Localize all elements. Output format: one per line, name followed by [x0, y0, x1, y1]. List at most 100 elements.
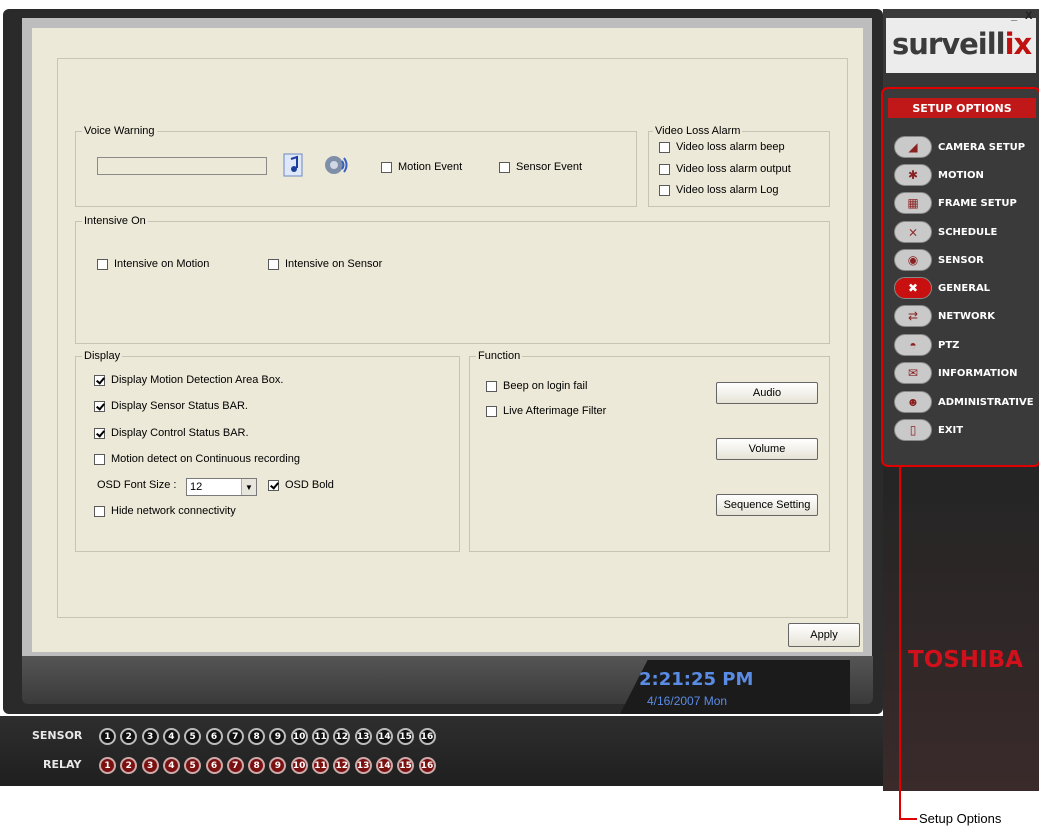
osd-font-size-value: 12 — [190, 481, 203, 493]
speaker-play-icon[interactable] — [322, 152, 350, 176]
display-control-bar-checkbox[interactable] — [94, 427, 105, 439]
intensive-motion-checkbox[interactable] — [97, 258, 108, 270]
hide-network-option[interactable]: Hide network connectivity — [94, 505, 236, 517]
relay-indicator-16[interactable]: 16 — [418, 757, 436, 774]
beep-login-fail-checkbox[interactable] — [486, 380, 497, 392]
video-loss-legend: Video Loss Alarm — [655, 125, 741, 137]
chevron-down-icon[interactable]: ▼ — [241, 479, 256, 495]
menu-information[interactable]: ✉ INFORMATION — [894, 362, 1017, 384]
display-control-bar-label: Display Control Status BAR. — [111, 427, 249, 439]
sensor-indicator-6: 6 — [205, 728, 223, 745]
motion-event-option[interactable]: Motion Event — [381, 161, 462, 173]
exit-door-icon: ▯ — [894, 419, 932, 441]
volume-button[interactable]: Volume — [716, 438, 818, 460]
sensor-indicator-3: 3 — [141, 728, 159, 745]
video-loss-beep-checkbox[interactable] — [659, 141, 670, 153]
sensor-row-label: SENSOR — [32, 729, 83, 742]
afterimage-filter-checkbox[interactable] — [486, 405, 497, 417]
clock-time: 2:21:25 PM — [639, 669, 754, 690]
camera-icon: ◢ — [894, 136, 932, 158]
information-icon: ✉ — [894, 362, 932, 384]
sensor-indicator-13: 13 — [354, 728, 372, 745]
video-loss-beep-option[interactable]: Video loss alarm beep — [659, 141, 785, 153]
relay-indicator-4[interactable]: 4 — [162, 757, 180, 774]
display-motion-box-option[interactable]: Display Motion Detection Area Box. — [94, 374, 283, 386]
ptz-camera-icon: ◓ — [894, 334, 932, 356]
menu-schedule[interactable]: ⨯ SCHEDULE — [894, 221, 997, 243]
relay-indicator-11[interactable]: 11 — [312, 757, 329, 774]
callout-line-vertical — [899, 467, 901, 819]
display-sensor-bar-label: Display Sensor Status BAR. — [111, 400, 248, 412]
network-icon: ⇄ — [894, 305, 932, 327]
intensive-sensor-checkbox[interactable] — [268, 258, 279, 270]
sensor-event-option[interactable]: Sensor Event — [499, 161, 582, 173]
close-icon[interactable]: X — [1025, 10, 1032, 22]
menu-sensor[interactable]: ◉ SENSOR — [894, 249, 984, 271]
relay-indicator-13[interactable]: 13 — [354, 757, 372, 774]
music-note-icon[interactable] — [282, 153, 304, 177]
display-legend: Display — [84, 350, 121, 362]
menu-administrative[interactable]: ☻ ADMINISTRATIVE — [894, 391, 1034, 413]
afterimage-filter-label: Live Afterimage Filter — [503, 405, 607, 417]
video-loss-output-label: Video loss alarm output — [676, 163, 791, 175]
menu-general[interactable]: ✖ GENERAL — [894, 277, 990, 299]
running-person-icon: ✱ — [894, 164, 932, 186]
function-legend: Function — [478, 350, 521, 362]
motion-continuous-option[interactable]: Motion detect on Continuous recording — [94, 453, 300, 465]
sensor-indicator-11: 11 — [312, 728, 329, 745]
menu-exit[interactable]: ▯ EXIT — [894, 419, 963, 441]
intensive-motion-label: Intensive on Motion — [114, 258, 210, 270]
hide-network-label: Hide network connectivity — [111, 505, 236, 517]
intensive-sensor-option[interactable]: Intensive on Sensor — [268, 258, 382, 270]
intensive-legend: Intensive On — [84, 215, 146, 227]
motion-event-checkbox[interactable] — [381, 161, 392, 173]
display-sensor-bar-checkbox[interactable] — [94, 400, 105, 412]
video-loss-log-checkbox[interactable] — [659, 184, 670, 196]
surveillix-logo: surveillix — [892, 27, 1032, 61]
display-control-bar-option[interactable]: Display Control Status BAR. — [94, 427, 249, 439]
sensor-indicator-4: 4 — [162, 728, 180, 745]
display-motion-box-checkbox[interactable] — [94, 374, 105, 386]
sensor-event-label: Sensor Event — [516, 161, 583, 173]
relay-indicator-6[interactable]: 6 — [205, 757, 223, 774]
apply-button[interactable]: Apply — [788, 623, 860, 647]
admin-user-icon: ☻ — [894, 391, 932, 413]
sensor-indicator-10: 10 — [290, 728, 308, 745]
osd-font-size-select[interactable]: 12 ▼ — [186, 478, 257, 496]
display-motion-box-label: Display Motion Detection Area Box. — [111, 374, 284, 386]
video-loss-output-option[interactable]: Video loss alarm output — [659, 163, 791, 175]
sensor-icon: ◉ — [894, 249, 932, 271]
motion-continuous-checkbox[interactable] — [94, 453, 105, 465]
osd-bold-option[interactable]: OSD Bold — [268, 479, 334, 491]
sensor-indicator-16: 16 — [418, 728, 436, 745]
audio-button[interactable]: Audio — [716, 382, 818, 404]
relay-indicator-1[interactable]: 1 — [99, 757, 116, 774]
voice-file-field[interactable] — [97, 157, 267, 175]
relay-indicator-3[interactable]: 3 — [141, 757, 159, 774]
motion-continuous-label: Motion detect on Continuous recording — [111, 453, 300, 465]
relay-indicator-8[interactable]: 8 — [248, 757, 266, 774]
relay-indicator-14[interactable]: 14 — [375, 757, 393, 774]
beep-login-fail-option[interactable]: Beep on login fail — [486, 380, 587, 392]
afterimage-filter-option[interactable]: Live Afterimage Filter — [486, 405, 606, 417]
menu-ptz[interactable]: ◓ PTZ — [894, 334, 959, 356]
relay-indicator-7[interactable]: 7 — [226, 757, 244, 774]
intensive-sensor-label: Intensive on Sensor — [285, 258, 383, 270]
menu-network[interactable]: ⇄ NETWORK — [894, 305, 995, 327]
display-sensor-bar-option[interactable]: Display Sensor Status BAR. — [94, 400, 248, 412]
minimize-icon[interactable]: _ — [1011, 10, 1017, 22]
sequence-setting-button[interactable]: Sequence Setting — [716, 494, 818, 516]
menu-motion[interactable]: ✱ MOTION — [894, 164, 984, 186]
video-loss-log-option[interactable]: Video loss alarm Log — [659, 184, 779, 196]
osd-bold-checkbox[interactable] — [268, 479, 279, 491]
film-frame-icon: ▦ — [894, 192, 932, 214]
relay-indicator-10[interactable]: 10 — [290, 757, 308, 774]
video-loss-output-checkbox[interactable] — [659, 163, 670, 175]
io-indicator-area — [0, 716, 883, 786]
intensive-motion-option[interactable]: Intensive on Motion — [97, 258, 209, 270]
hide-network-checkbox[interactable] — [94, 505, 105, 517]
menu-frame-setup[interactable]: ▦ FRAME SETUP — [894, 192, 1017, 214]
sensor-event-checkbox[interactable] — [499, 161, 510, 173]
toshiba-logo: TOSHIBA — [908, 647, 1023, 673]
menu-camera-setup[interactable]: ◢ CAMERA SETUP — [894, 136, 1025, 158]
